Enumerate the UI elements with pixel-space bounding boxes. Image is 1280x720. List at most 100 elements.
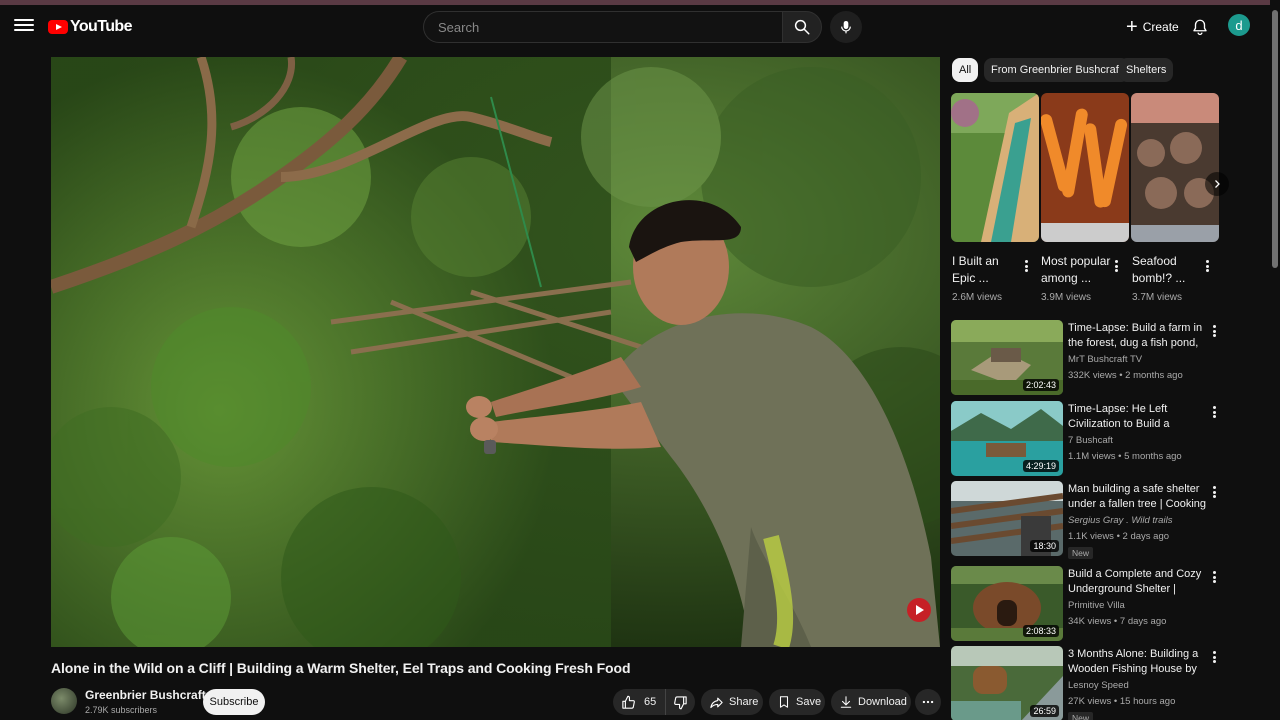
- video-menu-icon[interactable]: [1209, 569, 1219, 585]
- plus-icon: +: [1126, 16, 1138, 38]
- video-meta: 27K views • 15 hours ago: [1068, 696, 1176, 707]
- video-title: Build a Complete and Cozy Underground Sh…: [1068, 568, 1202, 595]
- page-scrollbar[interactable]: [1270, 0, 1280, 720]
- short-views: 3.7M views: [1132, 292, 1183, 303]
- video-thumbnail: 26:59: [951, 646, 1063, 720]
- short-thumbnail-image: [1041, 93, 1129, 242]
- short-menu-icon[interactable]: [1111, 258, 1121, 274]
- search-icon: [794, 19, 810, 35]
- scrollbar-thumb[interactable]: [1272, 10, 1278, 268]
- more-actions-button[interactable]: [915, 689, 941, 715]
- new-badge: New: [1068, 547, 1094, 559]
- subscribe-button[interactable]: Subscribe: [203, 689, 265, 715]
- download-label: Download: [858, 696, 907, 708]
- search-input[interactable]: [424, 12, 782, 42]
- like-dislike-group: 65: [613, 689, 695, 715]
- video-duration: 4:29:19: [1022, 460, 1059, 472]
- short-thumbnail-image: [951, 93, 1039, 242]
- video-channel: 7 Bushcaft: [1068, 435, 1113, 446]
- channel-subscribers: 2.79K subscribers: [85, 705, 158, 715]
- chip-shelters[interactable]: Shelters: [1119, 58, 1174, 82]
- youtube-play-icon: [48, 20, 68, 34]
- share-label: Share: [729, 696, 759, 708]
- logo-text: YouTube: [70, 18, 132, 35]
- microphone-icon: [841, 21, 851, 34]
- video-title: Time-Lapse: Build a farm in the forest, …: [1068, 322, 1203, 349]
- video-meta: 332K views • 2 months ago: [1068, 370, 1183, 381]
- short-views: 2.6M views: [952, 292, 1003, 303]
- like-button[interactable]: 65: [613, 689, 666, 715]
- video-menu-icon[interactable]: [1209, 404, 1219, 420]
- short-thumbnail[interactable]: [1041, 93, 1129, 242]
- dislike-button[interactable]: [666, 689, 695, 715]
- recommended-video[interactable]: 26:59 3 Months Alone: Building a Wooden …: [951, 646, 1221, 720]
- chip-from-channel[interactable]: From Greenbrier Bushcraft: [984, 58, 1129, 82]
- bell-icon: [1193, 19, 1207, 36]
- video-channel: Primitive Villa: [1068, 600, 1125, 611]
- video-thumbnail: 4:29:19: [951, 401, 1063, 476]
- notifications-button[interactable]: [1188, 15, 1212, 39]
- short-thumbnail-image: [1131, 93, 1219, 242]
- short-menu-icon[interactable]: [1021, 258, 1031, 274]
- download-icon: [840, 696, 852, 708]
- recommended-video[interactable]: 18:30 Man building a safe shelter under …: [951, 481, 1221, 559]
- share-icon: [710, 697, 723, 708]
- video-menu-icon[interactable]: [1209, 649, 1219, 665]
- recommended-video[interactable]: 2:02:43 Time-Lapse: Build a farm in the …: [951, 320, 1221, 396]
- video-channel: Sergius Gray . Wild trails: [1068, 515, 1173, 526]
- short-menu-icon[interactable]: [1202, 258, 1212, 274]
- bookmark-icon: [779, 696, 789, 708]
- video-frame: [51, 57, 940, 647]
- shorts-next-button[interactable]: [1205, 172, 1229, 196]
- short-title[interactable]: I Built an Epic ...: [952, 253, 1022, 287]
- save-button[interactable]: Save: [769, 689, 825, 715]
- chip-all[interactable]: All: [952, 58, 979, 82]
- video-duration: 26:59: [1030, 705, 1059, 717]
- video-duration: 2:08:33: [1022, 625, 1059, 637]
- like-count: 65: [644, 696, 657, 708]
- video-duration: 2:02:43: [1022, 379, 1059, 391]
- channel-name[interactable]: Greenbrier Bushcraft: [85, 688, 206, 702]
- search-button[interactable]: [782, 11, 822, 43]
- video-meta: 34K views • 7 days ago: [1068, 616, 1167, 627]
- video-menu-icon[interactable]: [1209, 484, 1219, 500]
- account-avatar[interactable]: d: [1228, 14, 1250, 36]
- video-thumbnail: 2:08:33: [951, 566, 1063, 641]
- youtube-logo[interactable]: YouTube: [48, 17, 132, 37]
- save-label: Save: [796, 696, 822, 708]
- create-button[interactable]: + Create: [1118, 13, 1187, 41]
- video-title: Time-Lapse: He Left Civilization to Buil…: [1068, 403, 1170, 430]
- menu-icon[interactable]: [14, 16, 34, 36]
- video-meta: 1.1K views • 2 days ago: [1068, 531, 1170, 542]
- share-button[interactable]: Share: [701, 689, 763, 715]
- channel-avatar[interactable]: [51, 688, 77, 714]
- short-thumbnail[interactable]: [951, 93, 1039, 242]
- video-player[interactable]: [51, 57, 940, 647]
- short-thumbnail[interactable]: [1131, 93, 1219, 242]
- video-duration: 18:30: [1030, 540, 1059, 552]
- short-views: 3.9M views: [1041, 292, 1092, 303]
- video-thumbnail: 18:30: [951, 481, 1063, 556]
- video-channel: MrT Bushcraft TV: [1068, 354, 1143, 365]
- video-title: Man building a safe shelter under a fall…: [1068, 483, 1206, 510]
- video-thumbnail: 2:02:43: [951, 320, 1063, 395]
- thumbs-up-icon: [622, 695, 635, 709]
- short-title[interactable]: Seafood bomb!? ...: [1132, 253, 1202, 287]
- search-box: [423, 11, 782, 43]
- create-label: Create: [1142, 20, 1179, 34]
- chevron-right-icon: [1215, 180, 1220, 188]
- video-meta: 1.1M views • 5 months ago: [1068, 451, 1182, 462]
- download-button[interactable]: Download: [831, 689, 911, 715]
- thumbs-down-icon: [674, 695, 687, 709]
- short-title[interactable]: Most popular among ...: [1041, 253, 1111, 287]
- voice-search-button[interactable]: [830, 11, 862, 43]
- youtube-watermark-icon: [907, 598, 931, 622]
- new-badge: New: [1068, 712, 1094, 720]
- recommended-video[interactable]: 2:08:33 Build a Complete and Cozy Underg…: [951, 566, 1221, 642]
- video-menu-icon[interactable]: [1209, 323, 1219, 339]
- video-title: 3 Months Alone: Building a Wooden Fishin…: [1068, 648, 1199, 675]
- masthead: YouTube + Create d: [0, 5, 1280, 49]
- video-channel: Lesnoy Speed: [1068, 680, 1129, 691]
- recommended-video[interactable]: 4:29:19 Time-Lapse: He Left Civilization…: [951, 401, 1221, 477]
- more-horizontal-icon: [922, 700, 934, 704]
